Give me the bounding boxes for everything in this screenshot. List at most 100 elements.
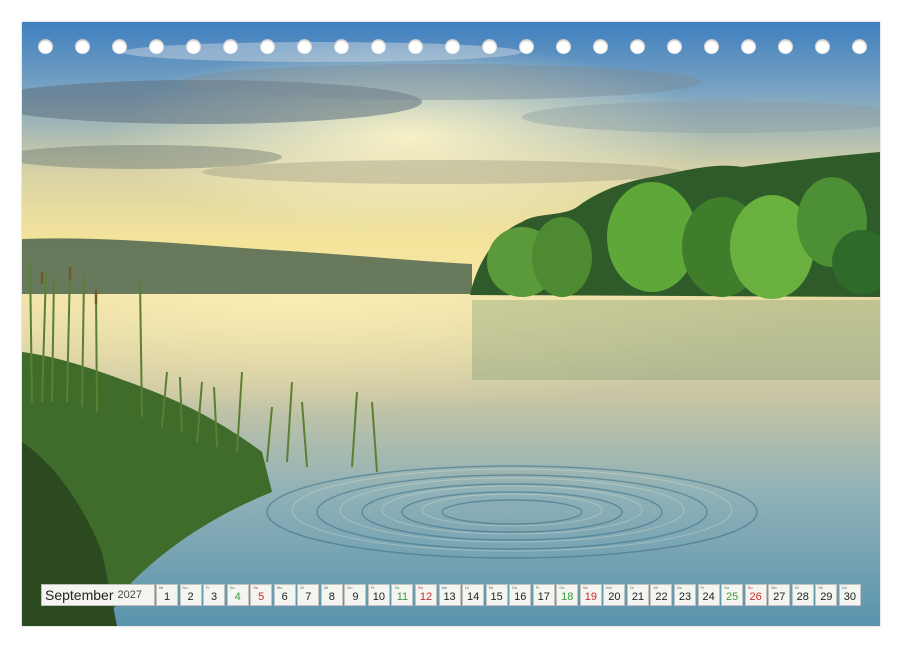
binding-hole — [334, 39, 349, 54]
weekday-abbrev: Sa — [229, 585, 235, 590]
day-number: 6 — [281, 591, 288, 603]
weekday-abbrev: Di — [465, 585, 469, 590]
day-cell: Sa 25 — [721, 584, 744, 606]
day-cell: Di 7 — [297, 584, 320, 606]
weekday-abbrev: Mi — [323, 585, 329, 590]
day-cell: Sa 4 — [226, 584, 249, 606]
day-cell: Do 30 — [838, 584, 861, 606]
day-cell: So 12 — [415, 584, 438, 606]
day-number: 1 — [163, 591, 171, 603]
day-cell: Di 14 — [462, 584, 485, 606]
day-number: 18 — [561, 591, 574, 603]
weekday-abbrev: Do — [677, 585, 683, 590]
day-number: 11 — [396, 591, 409, 603]
weekday-abbrev: Di — [629, 585, 634, 590]
binding-hole — [630, 39, 645, 54]
calendar-strip: September 2027 Mi 1 Do 2 Fr 3 Sa 4 So 5 Mo 6 Di 7 Mi 8 D… — [41, 584, 862, 606]
weekday-abbrev: So — [253, 585, 259, 590]
year-label: 2027 — [117, 589, 142, 601]
weekday-abbrev: Di — [300, 585, 305, 590]
binding-hole — [445, 39, 460, 54]
month-label-box: September 2027 — [41, 584, 155, 606]
spiral-binding-holes — [22, 39, 880, 55]
day-number: 4 — [234, 591, 241, 603]
binding-hole — [778, 39, 793, 54]
day-number: 10 — [372, 591, 386, 603]
day-cell: Do 9 — [344, 584, 367, 606]
day-cell: So 19 — [579, 584, 602, 606]
binding-hole — [667, 39, 682, 54]
day-number: 29 — [820, 591, 833, 603]
binding-hole — [556, 39, 571, 54]
day-number: 12 — [419, 591, 433, 603]
weekday-abbrev: Mo — [606, 585, 612, 590]
day-number: 15 — [490, 591, 503, 603]
day-number: 27 — [773, 591, 786, 603]
day-number: 19 — [584, 591, 597, 603]
day-cell: Sa 18 — [556, 584, 579, 606]
binding-hole — [519, 39, 534, 54]
day-cell: Mo 20 — [603, 584, 626, 606]
day-cell: Mi 22 — [650, 584, 673, 606]
day-cell: Fr 17 — [532, 584, 555, 606]
calendar-page: September 2027 Mi 1 Do 2 Fr 3 Sa 4 So 5 Mo 6 Di 7 Mi 8 D… — [22, 22, 880, 626]
month-name: September — [45, 587, 114, 603]
binding-hole — [260, 39, 275, 54]
binding-hole — [149, 39, 164, 54]
day-cell: Mi 8 — [320, 584, 343, 606]
day-cell: Do 16 — [509, 584, 532, 606]
binding-hole — [186, 39, 201, 54]
weekday-abbrev: Do — [841, 585, 847, 590]
day-number: 9 — [352, 591, 359, 603]
weekday-abbrev: Do — [347, 585, 353, 590]
day-cell: Mo 27 — [768, 584, 791, 606]
day-number: 2 — [187, 591, 194, 603]
binding-hole — [408, 39, 423, 54]
days-row: Mi 1 Do 2 Fr 3 Sa 4 So 5 Mo 6 Di 7 Mi 8 Do 9 Fr 10 Sa 11 So 12 M… — [156, 584, 862, 606]
day-cell: Mi 15 — [485, 584, 508, 606]
weekday-abbrev: Mi — [159, 585, 164, 590]
day-number: 24 — [702, 591, 715, 603]
binding-hole — [815, 39, 830, 54]
binding-hole — [297, 39, 312, 54]
day-cell: Do 23 — [674, 584, 697, 606]
weekday-abbrev: Fr — [370, 585, 375, 590]
weekday-abbrev: Mo — [276, 585, 283, 590]
binding-hole — [852, 39, 867, 54]
day-number: 5 — [258, 591, 265, 603]
binding-hole — [112, 39, 127, 54]
day-cell: Fr 24 — [697, 584, 720, 606]
day-number: 17 — [537, 591, 550, 603]
day-number: 14 — [466, 591, 480, 603]
day-number: 7 — [305, 591, 312, 603]
weekday-abbrev: Sa — [724, 585, 730, 590]
weekday-abbrev: Do — [512, 585, 518, 590]
weekday-abbrev: Fr — [206, 585, 210, 590]
day-number: 16 — [514, 591, 527, 603]
binding-hole — [371, 39, 386, 54]
weekday-abbrev: Fr — [535, 585, 540, 590]
day-cell: Mi 1 — [156, 584, 178, 606]
binding-hole — [593, 39, 608, 54]
day-number: 3 — [211, 591, 218, 603]
day-cell: So 5 — [250, 584, 273, 606]
weekday-abbrev: Mo — [771, 585, 777, 590]
weekday-abbrev: So — [747, 585, 753, 590]
weekday-abbrev: So — [418, 585, 423, 590]
day-cell: So 26 — [744, 584, 767, 606]
day-cell: Di 28 — [791, 584, 814, 606]
weekday-abbrev: Do — [182, 585, 188, 590]
day-number: 13 — [443, 591, 456, 603]
day-cell: Fr 10 — [367, 584, 390, 606]
binding-hole — [704, 39, 719, 54]
weekday-abbrev: Mi — [653, 585, 658, 590]
binding-hole — [741, 39, 756, 54]
day-number: 28 — [796, 591, 809, 603]
day-number: 20 — [608, 591, 621, 603]
day-cell: Di 21 — [626, 584, 649, 606]
day-cell: Sa 11 — [391, 584, 414, 606]
day-cell: Mo 6 — [273, 584, 296, 606]
weekday-abbrev: So — [582, 585, 588, 590]
day-number: 23 — [678, 591, 692, 603]
binding-hole — [482, 39, 497, 54]
